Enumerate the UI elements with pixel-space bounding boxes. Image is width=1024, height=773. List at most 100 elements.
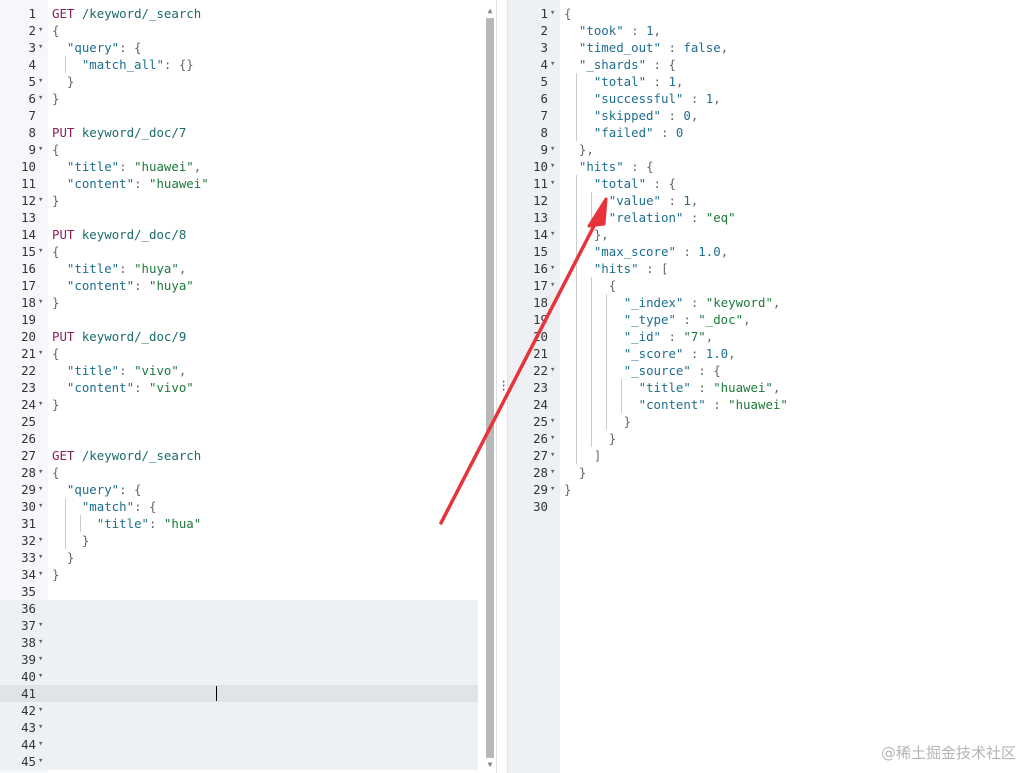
code-line[interactable]: "timed_out" : false, [564,39,728,56]
code-line[interactable]: "hits" : [ [564,260,669,277]
request-editor[interactable]: GET /keyword/_search{ "query": { "match_… [0,0,496,773]
fold-caret-icon[interactable]: ▾ [550,430,555,447]
pane-splitter[interactable]: · · · [496,0,508,773]
fold-caret-icon[interactable]: ▾ [550,56,555,73]
code-line[interactable]: PUT keyword/_doc/9 [52,328,186,345]
code-line[interactable]: "title" : "huawei", [564,379,781,396]
code-line[interactable]: "_id" : "7", [564,328,714,345]
code-line[interactable]: "_source" : { [564,362,721,379]
scroll-up-arrow-icon[interactable]: ▲ [484,6,496,16]
code-line[interactable]: "query": { [52,481,142,498]
fold-caret-icon[interactable]: ▾ [38,651,43,668]
code-line[interactable]: } [52,566,59,583]
code-line[interactable]: "content": "huya" [52,277,194,294]
fold-caret-icon[interactable]: ▾ [38,192,43,209]
fold-caret-icon[interactable]: ▾ [550,464,555,481]
code-line[interactable]: "_index" : "keyword", [564,294,781,311]
fold-caret-icon[interactable]: ▾ [38,345,43,362]
code-line[interactable]: "took" : 1, [564,22,661,39]
fold-caret-icon[interactable]: ▾ [550,447,555,464]
code-line[interactable]: } [52,73,74,90]
fold-caret-icon[interactable]: ▾ [38,294,43,311]
code-line[interactable]: { [52,243,59,260]
code-line[interactable]: "query": { [52,39,142,56]
code-line[interactable]: "total" : 1, [564,73,684,90]
fold-caret-icon[interactable]: ▾ [38,243,43,260]
code-line[interactable]: "hits" : { [564,158,654,175]
fold-caret-icon[interactable]: ▾ [38,141,43,158]
fold-caret-icon[interactable]: ▾ [38,566,43,583]
code-line[interactable]: PUT keyword/_doc/8 [52,226,186,243]
code-line[interactable]: } [52,549,74,566]
code-line[interactable]: } [52,532,89,549]
code-line[interactable]: { [52,345,59,362]
response-viewer[interactable]: { "took" : 1, "timed_out" : false, "_sha… [508,0,1024,773]
code-line[interactable]: } [52,396,59,413]
response-code-area[interactable]: { "took" : 1, "timed_out" : false, "_sha… [560,0,1024,773]
fold-caret-icon[interactable]: ▾ [38,617,43,634]
fold-caret-icon[interactable]: ▾ [38,22,43,39]
fold-caret-icon[interactable]: ▾ [38,702,43,719]
fold-caret-icon[interactable]: ▾ [550,141,555,158]
code-line[interactable]: } [52,90,59,107]
code-line[interactable]: } [564,413,631,430]
fold-caret-icon[interactable]: ▾ [550,175,555,192]
fold-caret-icon[interactable]: ▾ [38,481,43,498]
fold-caret-icon[interactable]: ▾ [38,464,43,481]
fold-caret-icon[interactable]: ▾ [550,5,555,22]
fold-caret-icon[interactable]: ▾ [38,90,43,107]
fold-caret-icon[interactable]: ▾ [550,277,555,294]
code-line[interactable]: "content": "huawei" [52,175,209,192]
fold-caret-icon[interactable]: ▾ [38,498,43,515]
fold-caret-icon[interactable]: ▾ [38,719,43,736]
request-vertical-scrollbar[interactable] [486,18,494,758]
fold-caret-icon[interactable]: ▾ [38,634,43,651]
fold-caret-icon[interactable]: ▾ [550,260,555,277]
fold-caret-icon[interactable]: ▾ [38,73,43,90]
code-line[interactable]: { [52,464,59,481]
code-line[interactable]: "title": "huawei", [52,158,201,175]
code-line[interactable]: { [564,5,571,22]
code-line[interactable]: } [564,464,586,481]
fold-caret-icon[interactable]: ▾ [550,481,555,498]
code-line[interactable]: "max_score" : 1.0, [564,243,728,260]
code-line[interactable]: } [52,192,59,209]
vertical-dots-icon[interactable]: · · · [500,376,507,396]
code-line[interactable]: { [52,22,59,39]
code-line[interactable]: "total" : { [564,175,676,192]
scroll-down-arrow-icon[interactable]: ▼ [484,760,496,770]
code-line[interactable]: } [52,294,59,311]
fold-caret-icon[interactable]: ▾ [38,753,43,770]
code-line[interactable]: } [564,481,571,498]
code-line[interactable]: "_shards" : { [564,56,676,73]
fold-caret-icon[interactable]: ▾ [38,549,43,566]
code-line[interactable]: GET /keyword/_search [52,5,201,22]
code-line[interactable]: { [52,141,59,158]
code-line[interactable]: "match": { [52,498,157,515]
code-line[interactable]: "match_all": {} [52,56,194,73]
code-line[interactable]: "successful" : 1, [564,90,721,107]
fold-caret-icon[interactable]: ▾ [38,396,43,413]
code-line[interactable]: GET /keyword/_search [52,447,201,464]
fold-caret-icon[interactable]: ▾ [550,158,555,175]
code-line[interactable]: "_score" : 1.0, [564,345,736,362]
code-line[interactable]: PUT keyword/_doc/7 [52,124,186,141]
code-line[interactable]: "failed" : 0 [564,124,684,141]
code-line[interactable]: }, [564,141,594,158]
fold-caret-icon[interactable]: ▾ [550,226,555,243]
code-line[interactable]: "title": "hua" [52,515,201,532]
fold-caret-icon[interactable]: ▾ [38,668,43,685]
code-line[interactable]: "title": "huya", [52,260,186,277]
fold-caret-icon[interactable]: ▾ [38,39,43,56]
fold-caret-icon[interactable]: ▾ [38,736,43,753]
code-line[interactable]: "relation" : "eq" [564,209,736,226]
code-line[interactable]: ] [564,447,601,464]
fold-caret-icon[interactable]: ▾ [550,362,555,379]
code-line[interactable]: "content" : "huawei" [564,396,788,413]
code-line[interactable]: "value" : 1, [564,192,699,209]
fold-caret-icon[interactable]: ▾ [38,532,43,549]
code-line[interactable]: }, [564,226,609,243]
code-line[interactable]: "title": "vivo", [52,362,186,379]
code-line[interactable]: "skipped" : 0, [564,107,698,124]
code-line[interactable]: "content": "vivo" [52,379,194,396]
